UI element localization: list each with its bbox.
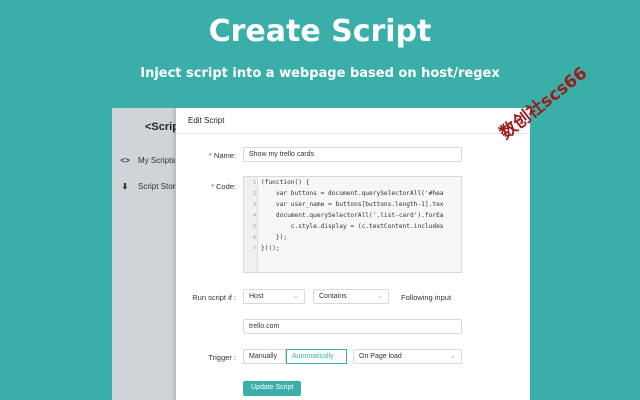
edit-script-dialog: Edit Script × * Name: Show my trello car… [176, 108, 530, 400]
chevron-down-icon: ⌄ [377, 293, 383, 300]
chevron-down-icon: ⌄ [450, 353, 456, 360]
chevron-down-icon: ⌄ [293, 293, 299, 300]
line-number: 6 [252, 235, 256, 241]
code-label: * Code: [210, 182, 236, 191]
trigger-manual-option[interactable]: Manually [243, 349, 286, 364]
dialog-title: Edit Script [188, 116, 225, 125]
line-number: 5 [252, 224, 256, 230]
hero-subtitle: Inject script into a webpage based on ho… [140, 66, 500, 81]
line-number: 3 [252, 202, 256, 208]
code-line: (function() { [261, 179, 310, 186]
match-operator-value: Contains [319, 293, 347, 300]
name-field[interactable]: Show my trello cards [243, 147, 462, 162]
code-line: var buttons = document.querySelectorAll(… [261, 190, 444, 197]
trigger-event-select[interactable]: On Page load ⌄ [353, 349, 462, 364]
sidebar: <Script <> My Scripts ⬇ Script Store [112, 108, 183, 400]
code-line: c.style.display = (c.textContent.include… [261, 223, 444, 230]
hero-title: Create Script [208, 14, 432, 49]
sidebar-item-label: Script Store [138, 181, 180, 191]
code-line: })(); [261, 245, 280, 252]
match-operator-select[interactable]: Contains ⌄ [313, 289, 389, 304]
dialog-header: Edit Script × [176, 108, 530, 134]
line-number: 2 [252, 191, 256, 197]
run-condition-label: Run script if : [192, 293, 236, 302]
download-icon: ⬇ [121, 181, 129, 191]
sidebar-item-my-scripts[interactable]: <> My Scripts [118, 152, 182, 168]
following-input-hint: Following input [401, 293, 452, 302]
code-icon: <> [120, 155, 130, 165]
trigger-event-value: On Page load [359, 353, 402, 360]
sidebar-item-script-store[interactable]: ⬇ Script Store [118, 178, 182, 194]
line-number: 1 [252, 180, 256, 186]
line-number: 4 [252, 213, 256, 219]
name-label: * Name: [208, 151, 236, 160]
update-script-button[interactable]: Update Script [243, 381, 302, 396]
trigger-automatic-option[interactable]: Automatically [286, 349, 347, 364]
sidebar-item-label: My Scripts [138, 155, 176, 165]
trigger-label: Trigger : [208, 353, 236, 362]
host-field[interactable]: trello.com [243, 319, 462, 334]
code-editor[interactable]: 1 (function() { 2 var buttons = document… [243, 176, 462, 273]
code-line: var user_name = buttons[buttons.length-1… [261, 201, 444, 208]
code-line: document.querySelectorAll('.list-card').… [261, 212, 444, 219]
app-window: <Script <> My Scripts ⬇ Script Store Edi… [112, 108, 530, 400]
match-type-select[interactable]: Host ⌄ [243, 289, 305, 304]
code-line: }); [261, 234, 288, 241]
line-number: 7 [252, 246, 256, 252]
match-type-value: Host [249, 293, 264, 300]
